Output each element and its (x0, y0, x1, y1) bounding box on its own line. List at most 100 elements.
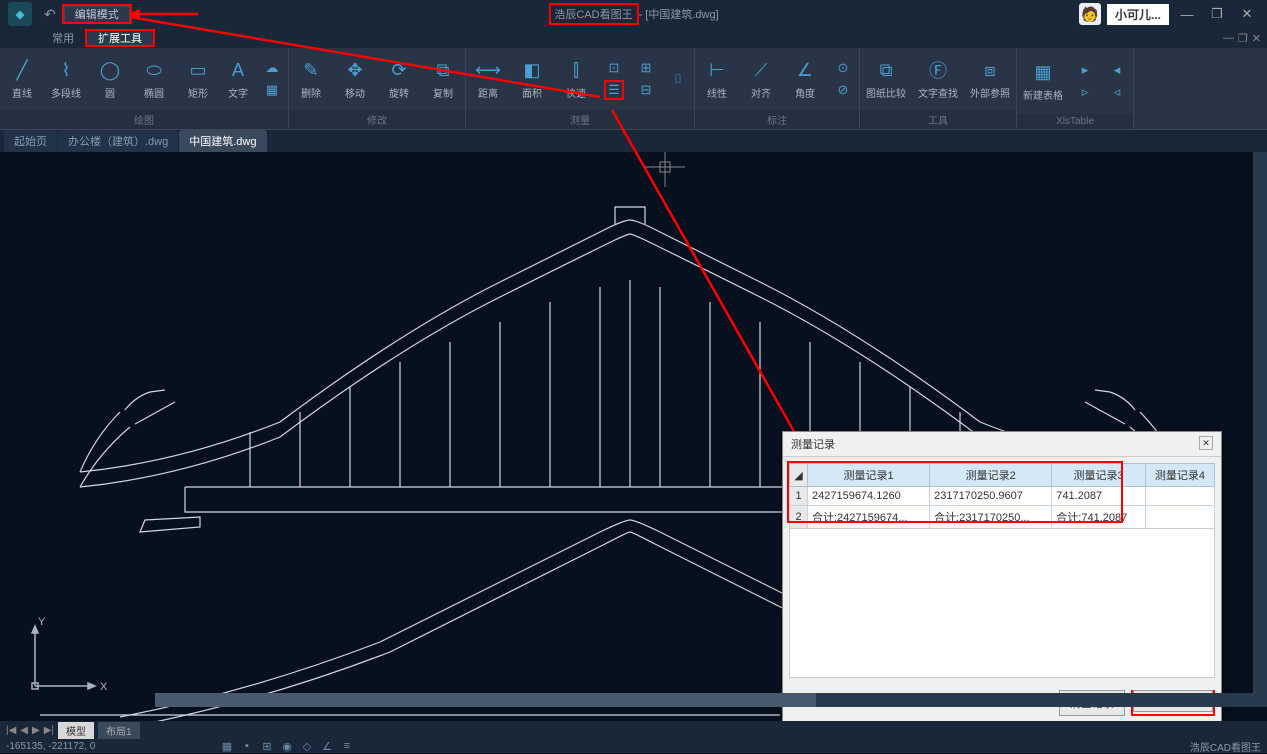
copy-button[interactable]: ⧉复制 (421, 54, 465, 104)
layout-tabs: |◀ ◀ ▶ ▶| 模型 布局1 (0, 721, 1267, 739)
distance-icon: ⟷ (476, 58, 500, 82)
ucs-icon: X Y (20, 611, 110, 701)
app-logo-icon[interactable]: ◈ (8, 2, 32, 26)
findtext-button[interactable]: Ⓕ文字查找 (912, 54, 964, 104)
svg-text:X: X (100, 681, 108, 693)
angular-dim-icon: ∠ (793, 58, 817, 82)
table-icon: ▦ (1031, 60, 1055, 84)
otrack-icon[interactable]: ∠ (320, 739, 334, 753)
mdi-controls: — ❐ ✕ (1223, 32, 1261, 45)
status-brand: 浩辰CAD看图王 (1190, 739, 1261, 754)
tab-next-icon[interactable]: ▶ (32, 725, 40, 736)
minimize-icon[interactable]: — (1175, 7, 1199, 22)
area-icon: ◧ (520, 58, 544, 82)
move-button[interactable]: ✥移动 (333, 54, 377, 104)
quick-measure-button[interactable]: ⫿快速 (554, 54, 598, 104)
status-bar: -165135, -221172, 0 ▦ ▪ ⊞ ◉ ◇ ∠ ≡ 浩辰CAD看… (0, 739, 1267, 753)
ribbon-group-xlstable: ▦新建表格 ▸ ▹ ◂ ◃ XlsTable (1017, 48, 1134, 129)
measure-record-icon[interactable]: ☰ (604, 80, 624, 100)
tab-first-icon[interactable]: |◀ (6, 725, 16, 736)
osnap-icon[interactable]: ◇ (300, 739, 314, 753)
polar-icon[interactable]: ◉ (280, 739, 294, 753)
distance-button[interactable]: ⟷距离 (466, 54, 510, 104)
close-icon[interactable]: ✕ (1235, 6, 1259, 22)
lwt-icon[interactable]: ≡ (340, 739, 354, 753)
username-label[interactable]: 小可儿... (1107, 4, 1169, 25)
rect-button[interactable]: ▭矩形 (176, 54, 220, 104)
table-header-4[interactable]: 测量记录4 (1145, 464, 1214, 487)
text-button[interactable]: A文字 (220, 54, 256, 104)
measure-small5-icon[interactable]: ⌷ (668, 69, 688, 89)
xls-small3-icon[interactable]: ◂ (1107, 60, 1127, 80)
delete-button[interactable]: ✎删除 (289, 54, 333, 104)
hatch-icon[interactable]: ▦ (262, 80, 282, 100)
move-icon: ✥ (343, 58, 367, 82)
xls-small4-icon[interactable]: ◃ (1107, 82, 1127, 102)
title-bar: ◈ ↶ 编辑模式 浩辰CAD看图王 - [中国建筑.dwg] 🧑 小可儿... … (0, 0, 1267, 28)
horizontal-scrollbar[interactable] (155, 693, 1257, 707)
ribbon-group-modify: ✎删除 ✥移动 ⟳旋转 ⧉复制 修改 (289, 48, 466, 129)
coords-label: -165135, -221172, 0 (6, 741, 95, 752)
polyline-icon: ⌇ (54, 58, 78, 82)
model-tab[interactable]: 模型 (58, 722, 94, 739)
user-avatar-icon[interactable]: 🧑 (1079, 3, 1101, 25)
dialog-title-label: 测量记录 (791, 436, 835, 452)
group-label-annotate: 标注 (695, 110, 859, 129)
rotate-button[interactable]: ⟳旋转 (377, 54, 421, 104)
measure-small3-icon[interactable]: ⊞ (636, 58, 656, 78)
circle-button[interactable]: ◯圆 (88, 54, 132, 104)
cell[interactable] (1145, 487, 1214, 506)
dialog-close-icon[interactable]: ✕ (1199, 436, 1213, 450)
mdi-close-icon[interactable]: ✕ (1252, 32, 1261, 45)
line-button[interactable]: ╱直线 (0, 54, 44, 104)
area-button[interactable]: ◧面积 (510, 54, 554, 104)
xref-icon: ⧈ (978, 58, 1002, 82)
ellipse-button[interactable]: ⬭椭圆 (132, 54, 176, 104)
angular-dim-button[interactable]: ∠角度 (783, 54, 827, 104)
filetab-office[interactable]: 办公楼（建筑）.dwg (58, 130, 178, 152)
undo-icon[interactable]: ↶ (44, 6, 56, 23)
tab-prev-icon[interactable]: ◀ (20, 725, 28, 736)
ellipse-icon: ⬭ (142, 58, 166, 82)
annot-small1-icon[interactable]: ⊙ (833, 58, 853, 78)
edit-mode-button[interactable]: 编辑模式 (64, 6, 130, 24)
group-label-draw: 绘图 (0, 110, 288, 129)
snap-icon[interactable]: ▦ (220, 739, 234, 753)
newtable-button[interactable]: ▦新建表格 (1017, 56, 1069, 106)
menu-tab-common[interactable]: 常用 (40, 28, 86, 48)
group-label-tools: 工具 (860, 110, 1016, 129)
annot-small2-icon[interactable]: ⊘ (833, 80, 853, 100)
measure-small4-icon[interactable]: ⊟ (636, 80, 656, 100)
xls-small2-icon[interactable]: ▹ (1075, 82, 1095, 102)
line-icon: ╱ (10, 58, 34, 82)
vertical-scrollbar[interactable] (1253, 152, 1267, 707)
svg-text:Y: Y (38, 616, 46, 628)
filetab-china[interactable]: 中国建筑.dwg (179, 130, 266, 152)
xref-button[interactable]: ⧈外部参照 (964, 54, 1016, 104)
filetab-start[interactable]: 起始页 (4, 130, 57, 152)
polyline-button[interactable]: ⌇多段线 (44, 54, 88, 104)
menu-tabs: 常用 扩展工具 — ❐ ✕ (0, 28, 1267, 48)
cloud-icon[interactable]: ☁ (262, 58, 282, 78)
compare-icon: ⧉ (874, 58, 898, 82)
aligned-dim-icon: ⟋ (749, 58, 773, 82)
mdi-minimize-icon[interactable]: — (1223, 32, 1234, 45)
linear-dim-button[interactable]: ⊢线性 (695, 54, 739, 104)
mdi-restore-icon[interactable]: ❐ (1238, 32, 1248, 45)
group-label-measure: 测量 (466, 110, 694, 129)
rect-icon: ▭ (186, 58, 210, 82)
aligned-dim-button[interactable]: ⟋对齐 (739, 54, 783, 104)
ortho-icon[interactable]: ⊞ (260, 739, 274, 753)
maximize-icon[interactable]: ❐ (1205, 6, 1229, 22)
layout1-tab[interactable]: 布局1 (98, 722, 140, 739)
compare-button[interactable]: ⧉图纸比较 (860, 54, 912, 104)
ribbon-group-annotate: ⊢线性 ⟋对齐 ∠角度 ⊙ ⊘ 标注 (695, 48, 860, 129)
table-empty-area[interactable] (789, 528, 1215, 678)
cell[interactable] (1145, 506, 1214, 529)
tab-last-icon[interactable]: ▶| (44, 725, 54, 736)
group-label-modify: 修改 (289, 110, 465, 129)
text-icon: A (226, 58, 250, 82)
grid-icon[interactable]: ▪ (240, 739, 254, 753)
measure-small1-icon[interactable]: ⊡ (604, 58, 624, 78)
xls-small1-icon[interactable]: ▸ (1075, 60, 1095, 80)
